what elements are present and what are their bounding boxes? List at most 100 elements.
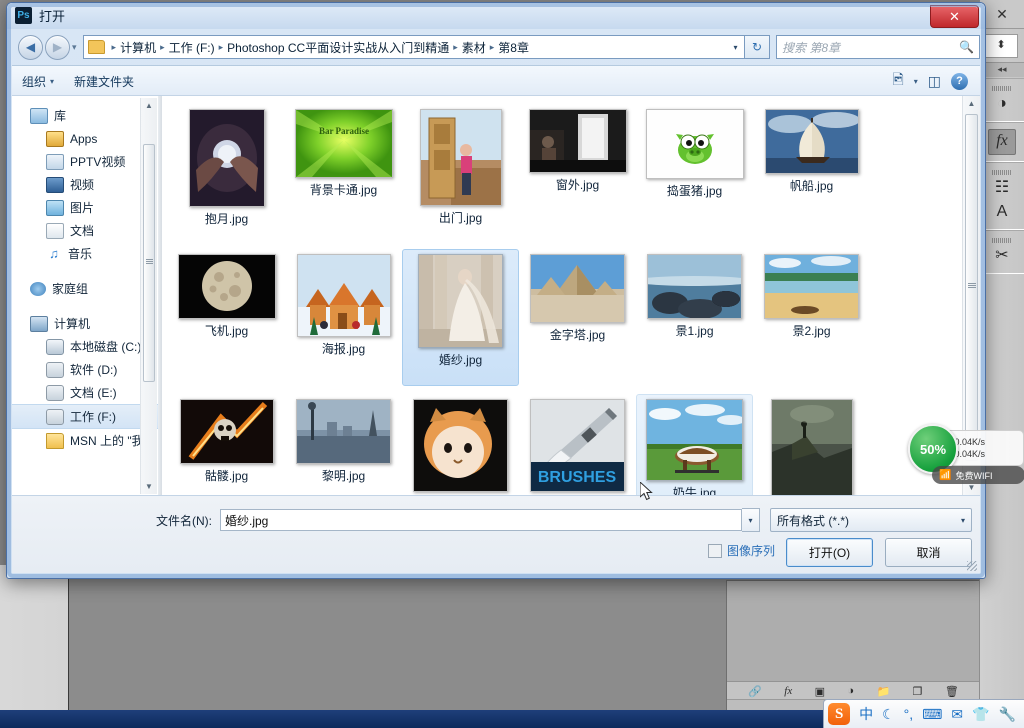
sidebar-item-pictures[interactable]: 图片 [30,196,158,219]
scroll-down-arrow-icon[interactable]: ▼ [141,479,157,494]
file-tile[interactable]: 抱月.jpg [168,104,285,241]
file-list-pane[interactable]: 抱月.jpg Bar Paradise 背景卡通.jpg 出门.jpg 窗外.j… [162,96,980,496]
sidebar-item-pptv[interactable]: PPTV视频 [30,150,158,173]
breadcrumb-item-computer[interactable]: 计算机 [120,39,156,56]
sogou-ime-toolbar[interactable]: S 中 ☾ °, ⌨ ✉ 👕 🔧 [823,699,1024,728]
file-tile[interactable]: 骷髅.jpg [168,394,285,496]
folder-icon[interactable]: 📁 [876,685,890,698]
breadcrumb[interactable]: ▸ 计算机 ▸ 工作 (F:) ▸ Photoshop CC平面设计实战从入门到… [82,35,727,59]
sidebar-item-drive-c[interactable]: 本地磁盘 (C:) [30,335,158,358]
image-sequence-checkbox[interactable] [707,543,722,558]
file-tile[interactable]: 景1.jpg [636,249,753,386]
file-tile[interactable]: 金字塔.jpg [519,249,636,386]
rail-close-button[interactable]: ✕ [980,0,1024,29]
file-tile[interactable]: 景2.jpg [753,249,870,386]
sidebar-item-library[interactable]: 库 [30,104,158,127]
file-tile[interactable]: 帆船.jpg [753,104,870,241]
file-tile[interactable]: BRUSHES 梦幻烟雾笔刷.abr [519,394,636,496]
rail-section-tools[interactable]: ✂ [980,230,1024,274]
network-speed-widget[interactable]: ↑ 0.04K/s ↓ 0.04K/s 50% 📶 免费WIFI [908,424,1024,486]
dialog-resize-grip[interactable] [967,561,977,571]
open-file-dialog[interactable]: Ps 打开 ✕ ◀ ▶ ▾ ▸ 计算机 ▸ 工作 (F:) ▸ Photosho… [6,2,986,579]
breadcrumb-item-assets[interactable]: 素材 [462,39,486,56]
breadcrumb-item-book[interactable]: Photoshop CC平面设计实战从入门到精通 [227,39,449,56]
cancel-button[interactable]: 取消 [885,538,972,567]
fx-icon[interactable]: fx [988,129,1016,155]
file-tile[interactable]: 飞机.jpg [168,249,285,386]
sidebar-item-homegroup[interactable]: 家庭组 [30,277,158,300]
open-button[interactable]: 打开(O) [786,538,873,567]
file-tile[interactable]: 出门.jpg [402,104,519,241]
sidebar-scrollbar[interactable]: ▲ ▼ [140,98,157,494]
organize-menu[interactable]: 组织 ▾ [12,73,64,90]
file-grid[interactable]: 抱月.jpg Bar Paradise 背景卡通.jpg 出门.jpg 窗外.j… [162,96,963,496]
sidebar-item-msn[interactable]: MSN 上的 "我的 [30,429,158,452]
sidebar-item-music[interactable]: ♫ 音乐 [30,242,158,265]
sidebar-item-documents[interactable]: 文档 [30,219,158,242]
command-bar[interactable]: 组织 ▾ 新建文件夹 🖻 ▾ ◫ ? [12,65,980,96]
forward-button[interactable]: ▶ [45,34,70,60]
help-icon[interactable]: ? [951,72,968,90]
chevron-down-icon[interactable]: ▾ [914,77,918,86]
file-tile[interactable]: 窗外.jpg [519,104,636,241]
close-button[interactable]: ✕ [930,5,979,28]
ime-chinese-mode-icon[interactable]: 中 [859,707,873,721]
breadcrumb-item-drive[interactable]: 工作 (F:) [169,39,215,56]
filename-input[interactable]: 婚纱.jpg [220,509,742,531]
sidebar-scrollbar-thumb[interactable] [143,144,155,382]
adjustment-icon[interactable]: ◑ [980,93,1024,117]
file-tile[interactable]: Bar Paradise 背景卡通.jpg [285,104,402,241]
sidebar-item-drive-d[interactable]: 软件 (D:) [30,358,158,381]
command-bar-right-group[interactable]: 🖻 ▾ ◫ ? [892,69,980,93]
mask-icon[interactable]: ▣ [815,685,825,698]
navigation-sidebar[interactable]: 库 Apps PPTV视频 视频 图片 文档 ♫ 音乐 家庭组 计算机 本地磁盘… [12,96,158,496]
character-icon[interactable]: A [980,201,1024,225]
rail-section-layers[interactable]: ☷ A [980,162,1024,230]
file-tile[interactable]: 猫咪.jpg [402,394,519,496]
file-tile-selected[interactable]: 婚纱.jpg [402,249,519,386]
back-button[interactable]: ◀ [18,34,43,60]
rail-grip[interactable] [992,238,1012,243]
rail-spinner[interactable]: ⬍ [984,34,1018,58]
refresh-button[interactable]: ↻ [744,35,770,59]
file-tile[interactable]: 鸟人.jpg [753,394,870,496]
scroll-up-arrow-icon[interactable]: ▲ [963,96,980,112]
sidebar-item-computer[interactable]: 计算机 [30,312,158,335]
rail-collapse-button[interactable]: ◂◂ [980,62,1024,77]
link-icon[interactable]: 🔗 [748,685,762,698]
ime-moon-icon[interactable]: ☾ [882,707,895,721]
ime-user-icon[interactable]: ✉ [951,707,963,721]
rail-section-styles[interactable]: fx [980,122,1024,162]
rail-grip[interactable] [992,170,1012,175]
file-grid-scrollbar-thumb[interactable] [965,114,978,461]
file-tile-selected-light[interactable]: 奶牛.jpg [636,394,753,496]
view-icon[interactable]: 🖻 [892,69,903,93]
scroll-up-arrow-icon[interactable]: ▲ [141,98,157,113]
rail-section-adjustments[interactable]: ◑ [980,78,1024,122]
filetype-select[interactable]: 所有格式 (*.*) ▾ [770,508,972,532]
chevron-down-icon[interactable]: ▾ [727,35,744,59]
sidebar-item-drive-e[interactable]: 文档 (E:) [30,381,158,404]
ime-skin-icon[interactable]: 👕 [972,707,989,721]
file-tile[interactable]: 黎明.jpg [285,394,402,496]
photoshop-layers-panel[interactable]: 🔗 fx ▣ ◑ 📁 ❐ 🗑 [726,580,980,710]
breadcrumb-item-chapter[interactable]: 第8章 [498,39,529,56]
dialog-titlebar[interactable]: Ps 打开 ✕ [7,3,985,29]
tools-icon[interactable]: ✂ [980,245,1024,269]
preview-pane-icon[interactable]: ◫ [928,73,941,90]
sidebar-list[interactable]: 库 Apps PPTV视频 视频 图片 文档 ♫ 音乐 家庭组 计算机 本地磁盘… [12,96,158,452]
ime-punctuation-icon[interactable]: °, [904,707,914,721]
new-layer-icon[interactable]: ❐ [913,685,923,698]
recent-pages-caret[interactable]: ▾ [72,42,77,53]
sidebar-item-drive-f[interactable]: 工作 (F:) [12,404,158,429]
layers-panel-body[interactable] [727,581,980,682]
search-icon[interactable]: 🔍 [959,40,974,54]
new-folder-button[interactable]: 新建文件夹 [64,73,144,90]
image-sequence-row[interactable]: 图像序列 [707,542,775,559]
rail-icon-list[interactable]: ◑ fx ☷ A ✂ [980,78,1024,274]
navigation-bar[interactable]: ◀ ▶ ▾ ▸ 计算机 ▸ 工作 (F:) ▸ Photoshop CC平面设计… [12,31,980,63]
sidebar-item-apps[interactable]: Apps [30,127,158,150]
file-tile[interactable]: 捣蛋猪.jpg [636,104,753,241]
free-wifi-button[interactable]: 📶 免费WIFI [932,466,1024,484]
sidebar-item-videos[interactable]: 视频 [30,173,158,196]
